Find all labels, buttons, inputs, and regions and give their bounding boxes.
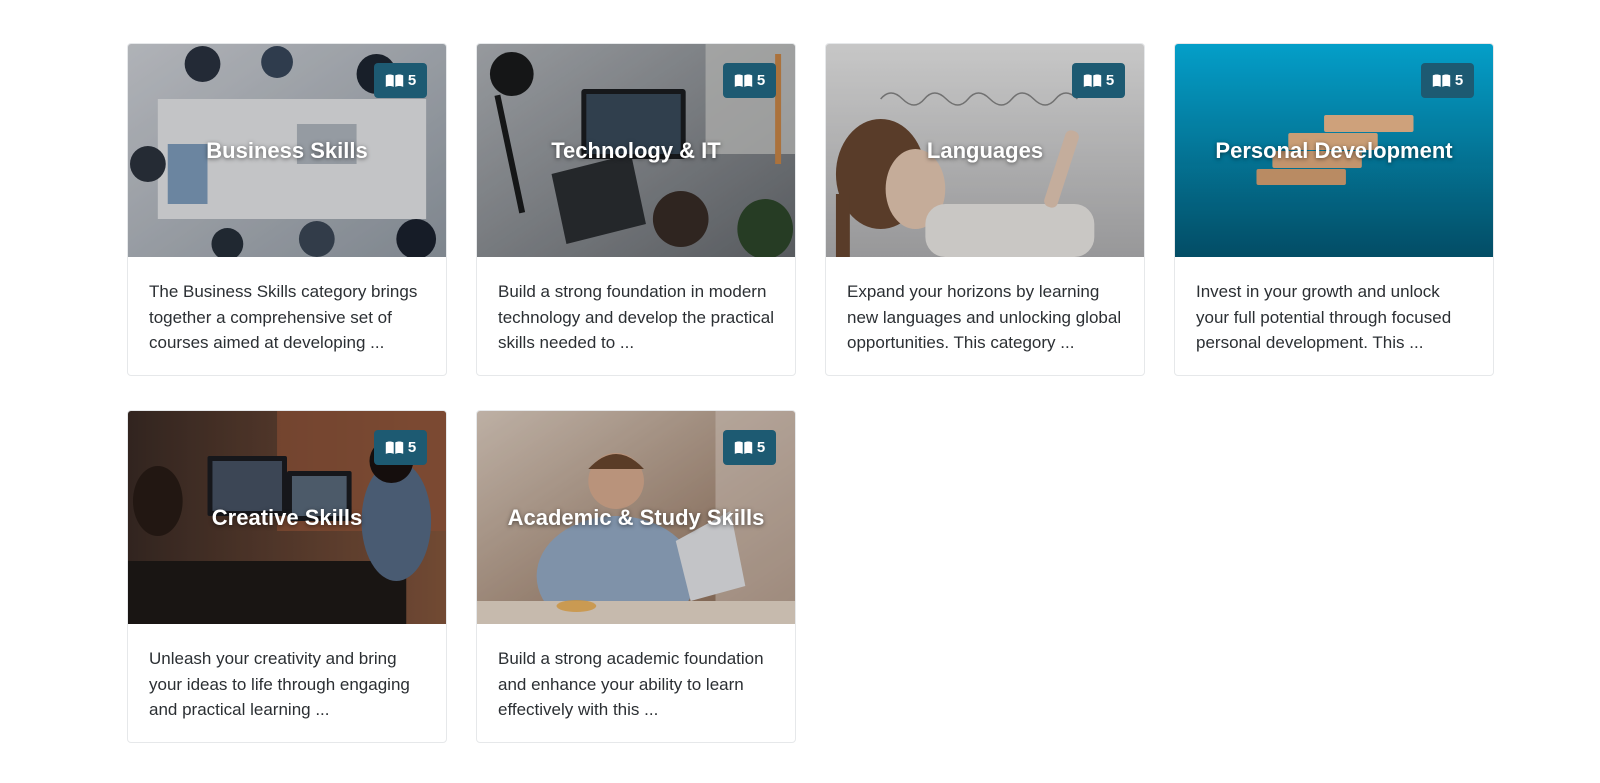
course-count-badge: 5 xyxy=(1421,63,1474,98)
course-count-badge: 5 xyxy=(723,430,776,465)
book-open-icon xyxy=(385,74,404,87)
category-description: Build a strong foundation in modern tech… xyxy=(498,282,774,352)
category-card-personal-development[interactable]: 5 Personal Development Invest in your gr… xyxy=(1174,43,1494,376)
category-card-academic-study-skills[interactable]: 5 Academic & Study Skills Build a strong… xyxy=(476,410,796,743)
category-title[interactable]: Personal Development xyxy=(1175,138,1493,164)
category-image[interactable]: 5 Languages xyxy=(826,44,1144,257)
book-open-icon xyxy=(1083,74,1102,87)
category-image[interactable]: 5 Personal Development xyxy=(1175,44,1493,257)
course-count: 5 xyxy=(407,439,417,456)
category-description: Invest in your growth and unlock your fu… xyxy=(1196,282,1452,352)
book-open-icon xyxy=(1432,74,1451,87)
category-card-business-skills[interactable]: 5 Business Skills The Business Skills ca… xyxy=(127,43,447,376)
category-title[interactable]: Languages xyxy=(826,138,1144,164)
book-open-icon xyxy=(385,441,404,454)
course-count: 5 xyxy=(1105,72,1115,89)
course-count: 5 xyxy=(756,439,766,456)
course-count-badge: 5 xyxy=(723,63,776,98)
category-card-languages[interactable]: 5 Languages Expand your horizons by lear… xyxy=(825,43,1145,376)
category-title[interactable]: Technology & IT xyxy=(477,138,795,164)
book-open-icon xyxy=(734,74,753,87)
course-count: 5 xyxy=(1454,72,1464,89)
category-image[interactable]: 5 Creative Skills xyxy=(128,411,446,624)
category-title[interactable]: Academic & Study Skills xyxy=(477,505,795,531)
category-title[interactable]: Business Skills xyxy=(128,138,446,164)
category-grid: 5 Business Skills The Business Skills ca… xyxy=(127,43,1499,743)
category-card-technology-it[interactable]: 5 Technology & IT Build a strong foundat… xyxy=(476,43,796,376)
course-count: 5 xyxy=(756,72,766,89)
category-card-creative-skills[interactable]: 5 Creative Skills Unleash your creativit… xyxy=(127,410,447,743)
category-description: Build a strong academic foundation and e… xyxy=(498,649,764,719)
course-count: 5 xyxy=(407,72,417,89)
category-image[interactable]: 5 Business Skills xyxy=(128,44,446,257)
category-title[interactable]: Creative Skills xyxy=(128,505,446,531)
course-count-badge: 5 xyxy=(374,430,427,465)
category-image[interactable]: 5 Technology & IT xyxy=(477,44,795,257)
course-count-badge: 5 xyxy=(1072,63,1125,98)
category-description: The Business Skills category brings toge… xyxy=(149,282,418,352)
book-open-icon xyxy=(734,441,753,454)
category-description: Expand your horizons by learning new lan… xyxy=(847,282,1122,352)
category-image[interactable]: 5 Academic & Study Skills xyxy=(477,411,795,624)
course-count-badge: 5 xyxy=(374,63,427,98)
category-description: Unleash your creativity and bring your i… xyxy=(149,649,410,719)
